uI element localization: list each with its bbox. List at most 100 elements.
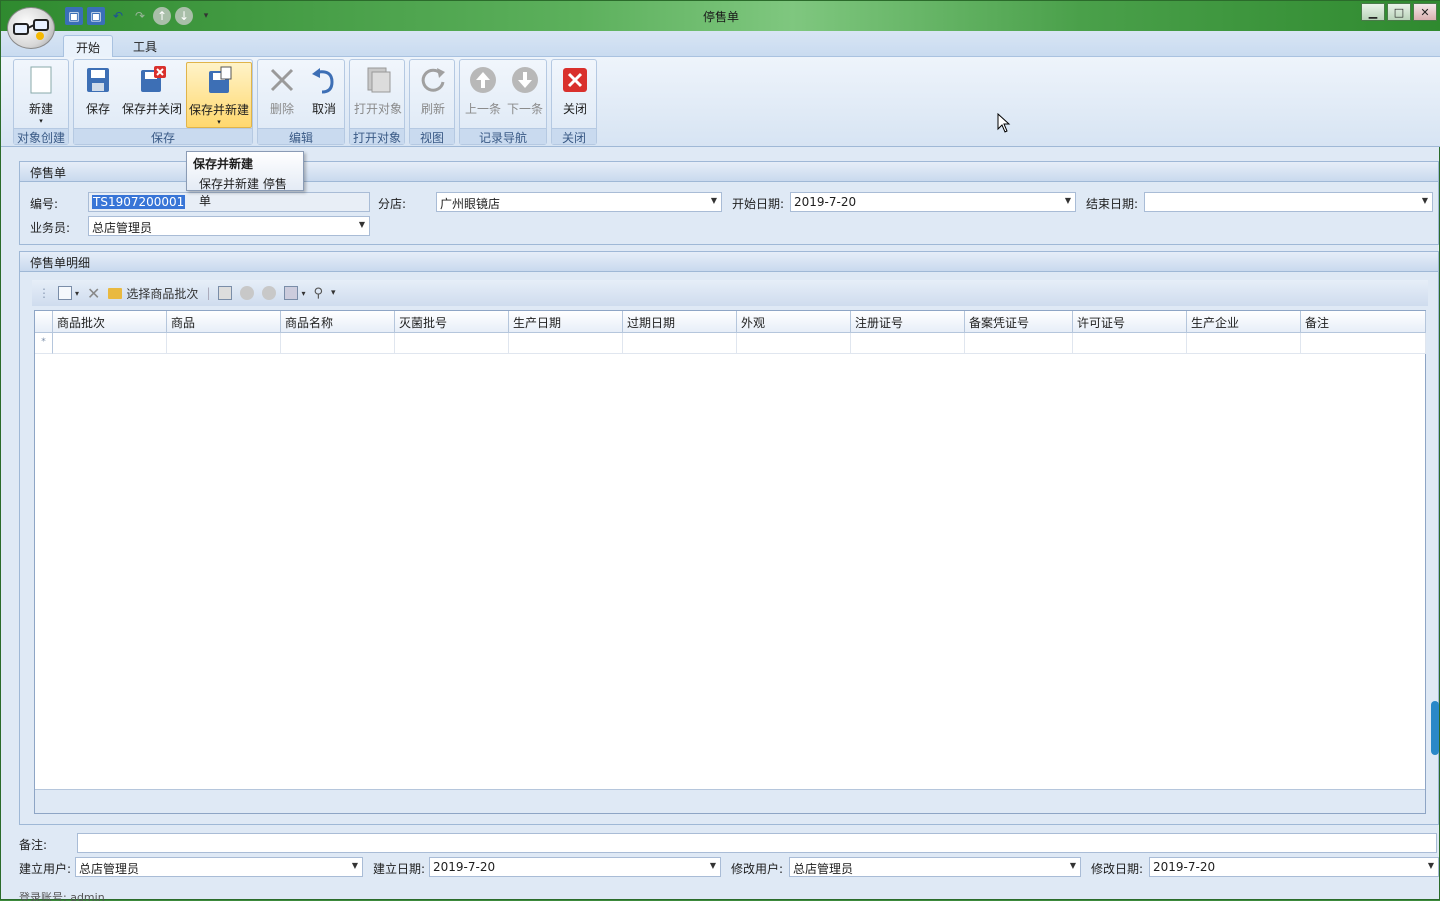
open-object-icon <box>367 67 391 93</box>
refresh-button-label: 刷新 <box>420 102 445 116</box>
grid-up-button[interactable] <box>240 286 255 300</box>
close-button-label: 关闭 <box>562 102 587 116</box>
start-date-dropdown-icon[interactable]: ▼ <box>1065 196 1071 205</box>
created-date-dropdown-icon[interactable]: ▼ <box>710 861 716 870</box>
delete-row-button[interactable]: ✕ <box>87 284 100 303</box>
new-button[interactable]: 新建 ▾ <box>18 62 64 128</box>
new-doc-icon <box>30 66 52 94</box>
next-record-button[interactable]: 下一条 <box>504 62 546 128</box>
remark-label: 备注: <box>19 838 48 852</box>
modified-by-dropdown-icon[interactable]: ▼ <box>1070 861 1076 870</box>
grid-cell[interactable] <box>1187 333 1301 354</box>
column-header[interactable]: 商品 <box>167 311 281 333</box>
detail-grid[interactable]: 商品批次 商品 商品名称 灭菌批号 生产日期 过期日期 外观 注册证号 备案凭证… <box>34 310 1426 814</box>
column-header[interactable]: 生产日期 <box>509 311 623 333</box>
grid-cell[interactable] <box>1301 333 1426 354</box>
branch-label: 分店: <box>378 197 407 211</box>
glasses-logo-icon <box>13 19 49 40</box>
grid-footer <box>35 789 1425 813</box>
tab-tools[interactable]: 工具 <box>121 35 169 57</box>
grid-down-button[interactable] <box>262 286 277 300</box>
close-button[interactable]: 关闭 <box>554 62 596 128</box>
save-close-button-label: 保存并关闭 <box>121 102 182 116</box>
save-close-button[interactable]: 保存并关闭 <box>120 62 184 128</box>
grid-cell[interactable] <box>851 333 965 354</box>
column-header[interactable]: 商品名称 <box>281 311 395 333</box>
delete-icon <box>270 68 294 92</box>
save-new-button[interactable]: 保存并新建 ▾ <box>186 62 252 128</box>
column-header[interactable]: 注册证号 <box>851 311 965 333</box>
grid-cell[interactable] <box>395 333 509 354</box>
delete-button[interactable]: 删除 <box>262 62 302 128</box>
print-button[interactable]: ▾ <box>284 286 306 300</box>
end-date-field[interactable]: ▼ <box>1144 192 1433 212</box>
group-label-open-object: 打开对象 <box>350 128 404 145</box>
column-header[interactable]: 生产企业 <box>1187 311 1301 333</box>
salesman-select[interactable]: 总店管理员 ▼ <box>88 216 370 236</box>
scroll-thumb[interactable] <box>1431 701 1439 755</box>
search-tool-button[interactable]: ⚲ <box>314 286 324 301</box>
start-date-field[interactable]: 2019-7-20 ▼ <box>790 192 1076 212</box>
created-date-field[interactable]: 2019-7-20 ▼ <box>429 857 721 877</box>
grid-cell[interactable] <box>1073 333 1187 354</box>
group-view: 刷新 视图 <box>409 59 455 145</box>
toolbar-overflow-icon[interactable]: ▾ <box>331 288 336 298</box>
open-object-button-label: 打开对象 <box>353 102 402 116</box>
created-by-dropdown-icon[interactable]: ▼ <box>352 861 358 870</box>
group-label-close: 关闭 <box>552 128 596 145</box>
undo-icon <box>312 68 334 94</box>
created-date-value: 2019-7-20 <box>433 860 496 874</box>
start-date-value: 2019-7-20 <box>794 195 857 209</box>
column-header[interactable]: 过期日期 <box>623 311 737 333</box>
refresh-button[interactable]: 刷新 <box>412 62 454 128</box>
select-batch-button[interactable]: 选择商品批次 <box>108 285 198 302</box>
save-new-button-label: 保存并新建 <box>188 103 249 117</box>
cancel-button[interactable]: 取消 <box>304 62 344 128</box>
group-label-save: 保存 <box>74 128 252 145</box>
save-button[interactable]: 保存 <box>78 62 118 128</box>
end-date-label: 结束日期: <box>1086 197 1139 211</box>
column-header[interactable]: 灭菌批号 <box>395 311 509 333</box>
grid-cell[interactable] <box>281 333 395 354</box>
open-object-button[interactable]: 打开对象 <box>352 62 404 128</box>
column-header[interactable]: 备注 <box>1301 311 1426 333</box>
minimize-button[interactable]: ▁ <box>1361 3 1385 21</box>
modified-date-dropdown-icon[interactable]: ▼ <box>1428 861 1434 870</box>
grid-cell[interactable] <box>965 333 1073 354</box>
salesman-label: 业务员: <box>30 221 71 235</box>
grid-cell[interactable] <box>509 333 623 354</box>
column-header[interactable]: 商品批次 <box>53 311 167 333</box>
app-menu-button[interactable] <box>7 7 55 49</box>
select-batch-label: 选择商品批次 <box>126 286 199 301</box>
close-window-button[interactable]: ✕ <box>1413 3 1437 21</box>
toolbar-separator-icon: | <box>206 286 211 300</box>
column-header[interactable]: 许可证号 <box>1073 311 1187 333</box>
prev-record-button[interactable]: 上一条 <box>462 62 504 128</box>
arrow-down-icon <box>512 67 538 93</box>
remark-field[interactable] <box>77 833 1437 853</box>
new-item-row[interactable]: * <box>35 333 1426 354</box>
maximize-button[interactable]: □ <box>1387 3 1411 21</box>
grid-cell[interactable] <box>737 333 851 354</box>
close-red-icon <box>563 68 587 92</box>
end-date-dropdown-icon[interactable]: ▼ <box>1422 196 1428 205</box>
branch-dropdown-icon[interactable]: ▼ <box>711 196 717 205</box>
created-date-label: 建立日期: <box>373 862 426 876</box>
tab-start[interactable]: 开始 <box>63 35 114 57</box>
grid-cell[interactable] <box>53 333 167 354</box>
modified-date-field[interactable]: 2019-7-20 ▼ <box>1149 857 1439 877</box>
branch-select[interactable]: 广州眼镜店 ▼ <box>436 192 722 212</box>
grid-cell[interactable] <box>623 333 737 354</box>
column-header[interactable]: 外观 <box>737 311 851 333</box>
grid-doc-button[interactable] <box>218 286 233 300</box>
salesman-dropdown-icon[interactable]: ▼ <box>359 220 365 229</box>
folder-icon <box>108 287 123 299</box>
created-by-select[interactable]: 总店管理员 ▼ <box>75 857 363 877</box>
mouse-cursor-icon <box>997 113 1011 133</box>
grid-cell[interactable] <box>167 333 281 354</box>
column-header[interactable]: 备案凭证号 <box>965 311 1073 333</box>
delete-button-label: 删除 <box>269 102 294 116</box>
code-label: 编号: <box>30 197 59 211</box>
modified-by-select[interactable]: 总店管理员 ▼ <box>789 857 1081 877</box>
add-row-button[interactable]: ▾ <box>58 286 79 300</box>
